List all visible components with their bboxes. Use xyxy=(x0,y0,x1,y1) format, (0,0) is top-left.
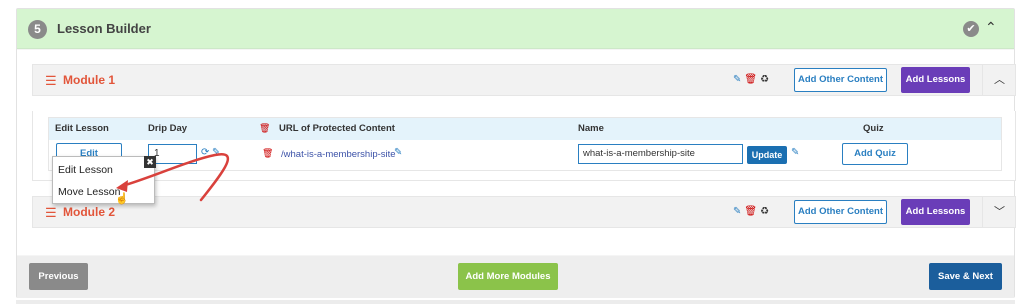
annotation-arrow xyxy=(116,152,230,202)
hand-cursor-icon: ☝ xyxy=(115,193,129,205)
page-divider xyxy=(16,300,1015,304)
